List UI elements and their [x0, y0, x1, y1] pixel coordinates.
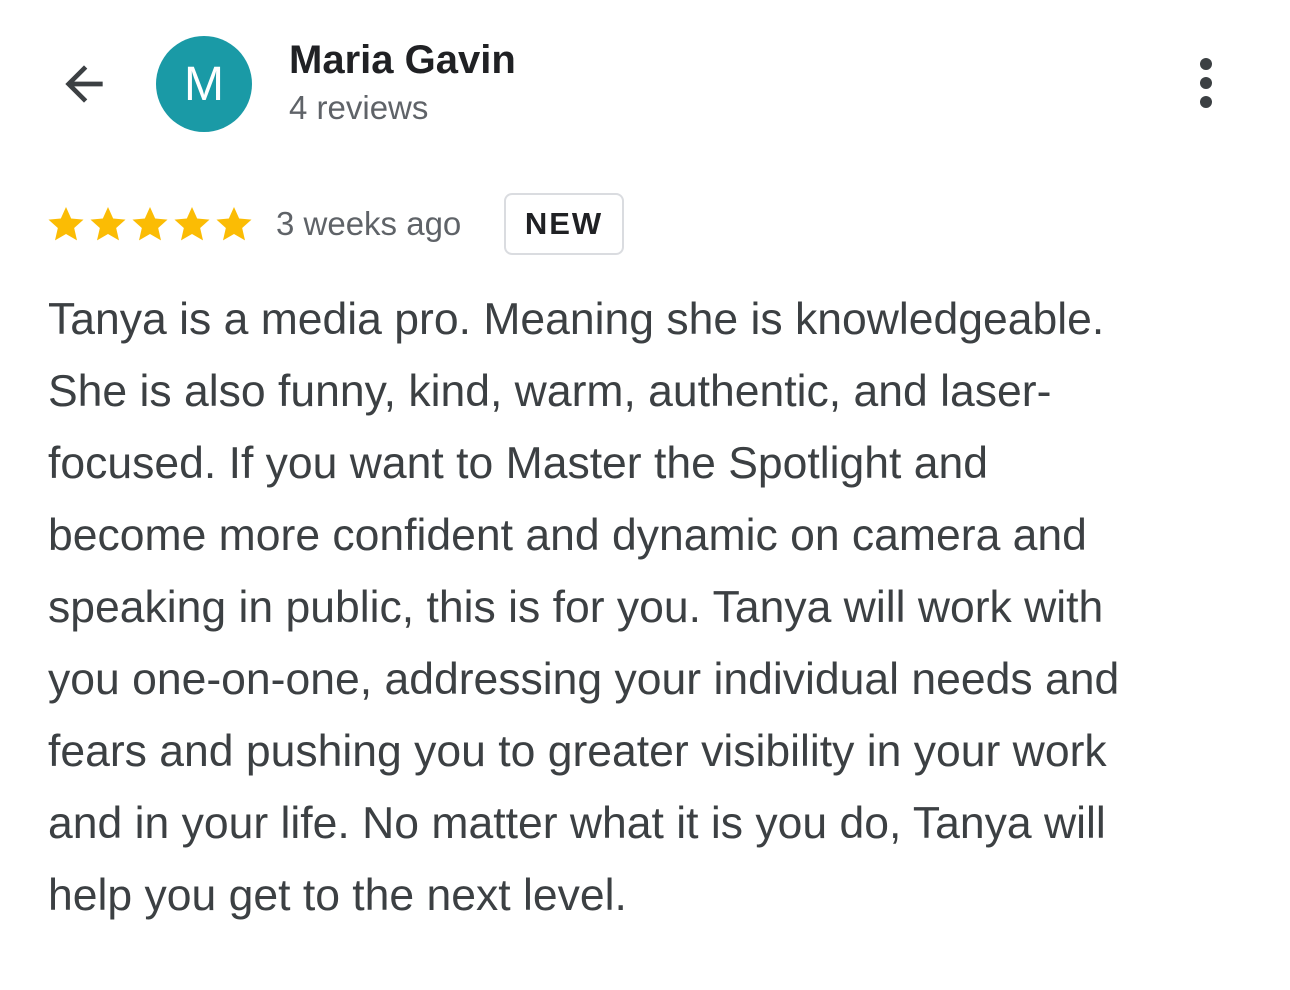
- more-vertical-icon-dot: [1200, 96, 1212, 108]
- star-icon: [90, 207, 126, 241]
- avatar-initial: M: [184, 57, 224, 111]
- review-text-line: Tanya is a media pro. Meaning she is kno…: [48, 295, 1105, 344]
- more-vertical-icon: [1200, 58, 1212, 70]
- star-icon: [48, 207, 84, 241]
- star-icon: [216, 207, 252, 241]
- review-text-line: focused. If you want to Master the Spotl…: [48, 439, 988, 488]
- star-icon: [132, 207, 168, 241]
- review-time: 3 weeks ago: [276, 205, 462, 242]
- review-count: 4 reviews: [289, 89, 429, 126]
- review-text-line: you one-on-one, addressing your individu…: [48, 655, 1120, 704]
- new-badge: NEW: [504, 193, 624, 255]
- more-options-button[interactable]: [1180, 52, 1232, 114]
- more-vertical-icon-dot: [1200, 77, 1212, 89]
- avatar[interactable]: M: [156, 36, 252, 132]
- review-text-line: help you get to the next level.: [48, 871, 627, 920]
- star-icon: [174, 207, 210, 241]
- review-text-line: and in your life. No matter what it is y…: [48, 799, 1106, 848]
- star-rating: [46, 204, 254, 244]
- review-text-line: fears and pushing you to greater visibil…: [48, 727, 1107, 776]
- reviewer-name[interactable]: Maria Gavin: [289, 38, 516, 83]
- review-text-line: speaking in public, this is for you. Tan…: [48, 583, 1104, 632]
- back-button[interactable]: [48, 52, 120, 116]
- review-text: Tanya is a media pro. Meaning she is kno…: [48, 284, 1248, 932]
- review-text-line: become more confident and dynamic on cam…: [48, 511, 1087, 560]
- review-text-line: She is also funny, kind, warm, authentic…: [48, 367, 1052, 416]
- arrow-back-icon: [65, 65, 103, 103]
